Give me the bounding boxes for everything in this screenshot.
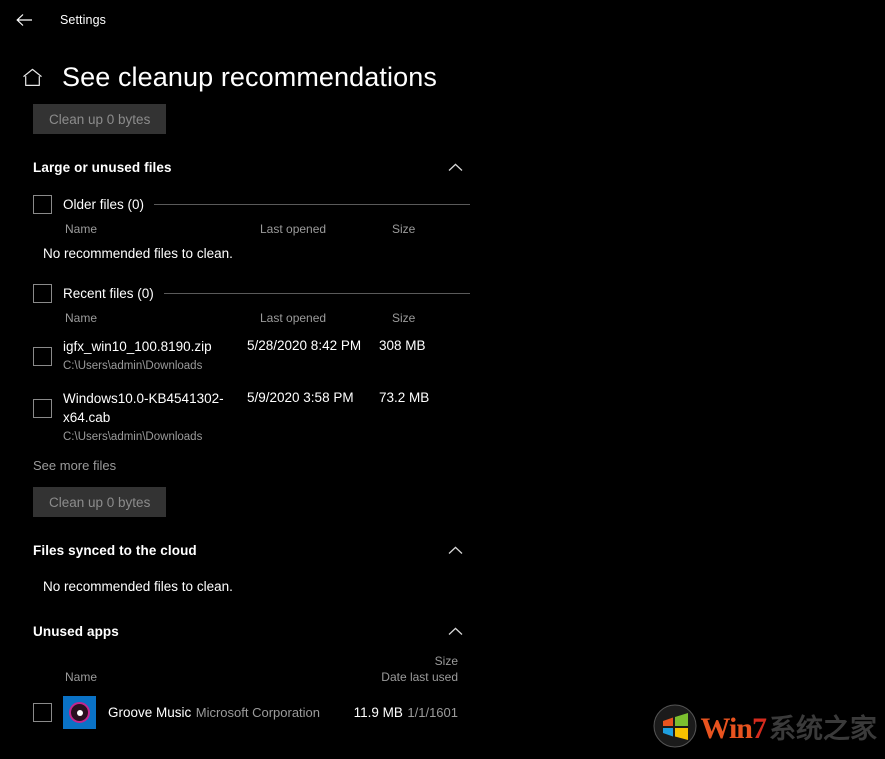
checkbox-recent-files[interactable] [33,284,52,303]
group-row-recent-files[interactable]: Recent files (0) [33,279,470,307]
groove-music-icon [63,696,96,729]
column-header-size: Size [392,222,470,236]
file-info: igfx_win10_100.8190.zip C:\Users\admin\D… [63,337,247,375]
section-header-large-or-unused[interactable]: Large or unused files [33,152,470,182]
empty-message-older-files: No recommended files to clean. [43,240,520,263]
column-header-name: Name [65,311,260,325]
watermark-seven: 7 [752,712,767,746]
app-name: Groove Music [108,705,191,720]
file-last-opened: 5/9/2020 3:58 PM [247,389,379,405]
chevron-up-icon[interactable] [440,537,470,563]
app-date-last-used: 1/1/1601 [407,705,458,720]
windows-logo-icon [653,704,697,748]
section-title: Large or unused files [33,160,172,175]
home-icon[interactable] [16,61,48,93]
section-title: Files synced to the cloud [33,543,197,558]
watermark-text: Win 7 系统之家 [701,707,877,746]
page-title: See cleanup recommendations [62,62,437,93]
app-info: Groove Music Microsoft Corporation [108,703,348,722]
disc-hole-shape [77,710,83,716]
back-arrow-icon [16,13,33,27]
table-row[interactable]: Windows10.0-KB4541302-x64.cab C:\Users\a… [33,381,488,452]
window-title: Settings [60,13,106,27]
settings-window: Settings See cleanup recommendations Cle… [0,0,885,759]
file-size: 308 MB [379,337,457,353]
column-header-last-opened: Last opened [260,311,392,325]
divider [164,293,470,294]
chevron-up-icon[interactable] [440,618,470,644]
file-size: 73.2 MB [379,389,457,405]
column-header-name: Name [65,670,97,684]
column-header-size: Size [392,311,470,325]
empty-message-files-synced: No recommended files to clean. [43,573,520,596]
section-header-files-synced[interactable]: Files synced to the cloud [33,535,470,565]
column-header-date-last-used: Date last used [381,670,458,684]
group-label-older-files: Older files (0) [63,197,144,212]
file-info: Windows10.0-KB4541302-x64.cab C:\Users\a… [63,389,247,446]
column-headers-unused-apps: Size Name Date last used [65,652,458,690]
column-header-size: Size [435,654,458,668]
file-name: igfx_win10_100.8190.zip [63,339,212,354]
checkbox-older-files[interactable] [33,195,52,214]
title-bar: Settings [0,0,885,40]
see-more-files-link[interactable]: See more files [33,452,116,479]
app-publisher: Microsoft Corporation [196,705,320,720]
file-last-opened: 5/28/2020 8:42 PM [247,337,379,353]
column-header-name: Name [65,222,260,236]
clean-up-section-button[interactable]: Clean up 0 bytes [33,487,166,517]
page-header: See cleanup recommendations [0,55,520,99]
checkbox-file[interactable] [33,347,52,366]
file-path: C:\Users\admin\Downloads [63,431,202,443]
checkbox-app[interactable] [33,703,52,722]
section-header-unused-apps[interactable]: Unused apps [33,616,470,646]
divider [154,204,470,205]
table-row[interactable]: igfx_win10_100.8190.zip C:\Users\admin\D… [33,329,488,381]
app-metrics: 11.9 MB 1/1/1601 [348,703,458,722]
column-headers-recent-files: Name Last opened Size [65,307,470,329]
watermark-chinese: 系统之家 [769,707,877,746]
chevron-up-icon[interactable] [440,154,470,180]
back-button[interactable] [2,4,46,36]
group-label-recent-files: Recent files (0) [63,286,154,301]
column-headers-older-files: Name Last opened Size [65,218,470,240]
section-title: Unused apps [33,624,119,639]
column-header-last-opened: Last opened [260,222,392,236]
file-path: C:\Users\admin\Downloads [63,360,202,372]
watermark-win: Win [701,712,752,746]
app-size: 11.9 MB [354,705,403,720]
table-row[interactable]: Groove Music Microsoft Corporation 11.9 … [33,690,458,735]
group-row-older-files[interactable]: Older files (0) [33,190,470,218]
content-area: Clean up 0 bytes Large or unused files O… [0,104,520,735]
file-name: Windows10.0-KB4541302-x64.cab [63,391,224,425]
checkbox-file[interactable] [33,399,52,418]
clean-up-top-button[interactable]: Clean up 0 bytes [33,104,166,134]
watermark: Win 7 系统之家 [653,703,877,749]
